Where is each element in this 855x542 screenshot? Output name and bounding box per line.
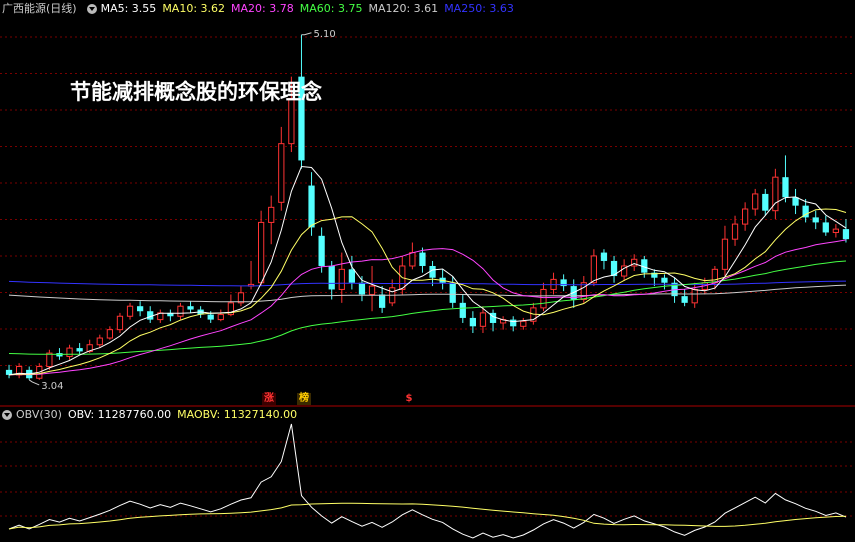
candle-body [832, 228, 840, 233]
candle-body [46, 352, 53, 368]
ma5-label: MA5: 3.55 [100, 2, 157, 15]
ma250-label: MA250: 3.63 [444, 2, 514, 15]
tag-bang[interactable]: 榜 [297, 393, 311, 405]
candle-body [217, 314, 224, 321]
candle-body [520, 320, 527, 327]
high-marker [301, 32, 312, 36]
ma-legend: 广西能源(日线) MA5: 3.55 MA10: 3.62 MA20: 3.78… [0, 0, 520, 18]
ma120-label: MA120: 3.61 [368, 2, 439, 15]
candle-body [207, 314, 214, 320]
candle-body [348, 269, 356, 283]
candle-body [752, 193, 759, 210]
candle-body [681, 296, 688, 303]
candle-body [378, 294, 386, 308]
candle-body [449, 282, 456, 303]
candle-body [187, 306, 194, 310]
candle-body [409, 252, 416, 267]
candle-body [842, 229, 850, 240]
obv-legend: OBV(30) OBV: 11287760.00 MAOBV: 11327140… [0, 406, 303, 424]
ma10-line [8, 208, 847, 376]
tag-dollar[interactable]: $ [403, 393, 415, 405]
candle-body [792, 197, 799, 206]
candle-body [691, 288, 698, 304]
candle-body [136, 306, 144, 312]
dropdown-icon[interactable] [86, 4, 97, 14]
candle-body [257, 221, 265, 284]
ma5-line [8, 165, 847, 376]
obv-line [8, 423, 847, 539]
candle-body [782, 177, 789, 198]
low-label: 3.04 [41, 381, 63, 392]
candle-body [368, 285, 376, 295]
candle-body [76, 348, 83, 352]
candle-body [126, 305, 134, 317]
ma20-line [8, 239, 847, 376]
candle-body [822, 222, 829, 233]
candle-body [96, 337, 103, 346]
candle-body [66, 347, 73, 357]
candle-body [812, 217, 819, 223]
candle-body [510, 319, 517, 327]
candle-body [177, 305, 184, 317]
candle-body [711, 268, 719, 284]
tag-zhang[interactable]: 涨 [262, 393, 276, 405]
window-title: 广西能源(日线) [2, 2, 77, 15]
candle-body [106, 329, 114, 339]
candle-body [116, 315, 124, 331]
headline: 节能减排概念股的环保理念 [70, 80, 322, 104]
candle-body [459, 302, 466, 318]
candle-body [479, 312, 487, 327]
candle-body [278, 143, 285, 203]
ma60-label: MA60: 3.75 [299, 2, 363, 15]
candle-body [741, 208, 749, 225]
candle-body [469, 317, 477, 327]
candle-body [318, 235, 325, 266]
candle-body [540, 288, 547, 309]
low-marker [28, 379, 40, 386]
candle-body [661, 277, 668, 283]
candle-body [600, 252, 608, 261]
dropdown-icon[interactable] [2, 410, 12, 420]
high-label: 5.10 [313, 29, 335, 40]
ma120-line [8, 284, 847, 303]
candle-body [590, 255, 598, 284]
ma20-label: MA20: 3.78 [231, 2, 294, 15]
maobv-value: MAOBV: 11327140.00 [177, 408, 298, 421]
candle-body [762, 193, 769, 211]
candle-body [721, 238, 729, 270]
candle-body [358, 282, 366, 295]
candle-body [328, 265, 335, 290]
obv-name: OBV(30) [16, 408, 62, 421]
candle-body [731, 223, 739, 240]
candle-body [268, 206, 275, 223]
candle-body [419, 252, 426, 266]
ma60-line [8, 260, 847, 355]
candle-body [338, 268, 345, 290]
ma10-label: MA10: 3.62 [162, 2, 226, 15]
obv-value: OBV: 11287760.00 [67, 408, 172, 421]
candle-body [308, 185, 315, 228]
